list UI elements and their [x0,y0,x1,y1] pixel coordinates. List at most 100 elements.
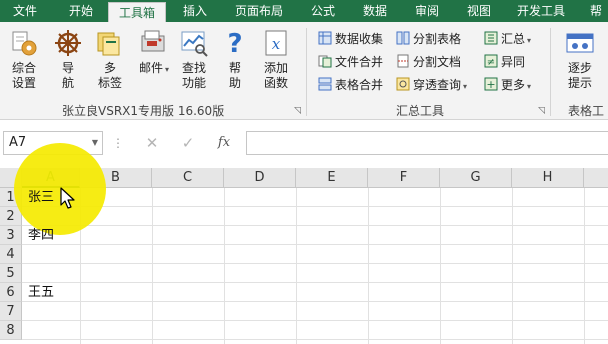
help-icon: ? [227,29,242,58]
tab-help[interactable]: 帮 [584,0,608,22]
table-merge-button[interactable]: 表格合并 [318,76,383,94]
split-document-icon [396,54,410,68]
step-hint-line2: 提示 [567,76,592,90]
drill-query-button[interactable]: 穿透查询 ▾ [396,76,467,94]
column-header-partial[interactable] [584,168,608,188]
svg-text:+: + [486,78,495,91]
difference-icon: ≠ [484,54,498,68]
ship-wheel-icon [55,30,81,56]
step-hint-icon [566,33,594,53]
mail-line1: 邮件 ▾ [138,61,170,75]
data-collect-button[interactable]: 数据收集 [318,30,383,48]
chevron-down-icon[interactable]: ▼ [92,132,98,154]
multi-tab-icon [97,32,120,56]
group-separator [306,28,307,116]
group2-launcher-icon[interactable]: ◹ [538,106,545,116]
function-icon: x [265,30,287,56]
ribbon: 综合 设置 导 航 多 标签 邮件 ▾ 查找 功能 ? 帮 助 x 添加 函数 … [0,22,608,135]
more-icon: + [484,77,498,91]
split-table-button[interactable]: 分割表格 [396,30,461,48]
navigation-line1: 导 [61,61,74,75]
group-separator [550,28,551,116]
navigation-button[interactable]: 导 航 [50,28,86,91]
svg-text:≠: ≠ [487,57,495,68]
mail-icon [141,30,165,52]
row-header-5[interactable]: 5 [0,264,22,283]
drag-handle-icon[interactable]: ⋮ [112,136,124,150]
add-function-line1: 添加 [263,61,288,75]
find-function-line2: 功能 [181,76,206,90]
cell-a1[interactable]: 张三 [28,188,54,207]
group1-label: 张立良VSRX1专用版 16.60版 [62,104,225,118]
settings-icon [12,31,37,56]
column-header-c[interactable]: C [152,168,224,188]
column-header-f[interactable]: F [368,168,440,188]
add-function-button[interactable]: x 添加 函数 [258,28,294,91]
file-merge-button[interactable]: 文件合并 [318,53,383,71]
comprehensive-settings-line2: 设置 [11,76,36,90]
tab-view[interactable]: 视图 [456,0,502,22]
step-hint-line1: 逐步 [567,61,592,75]
gridline [22,320,608,321]
row-header-7[interactable]: 7 [0,302,22,321]
step-hint-button[interactable]: 逐步 提示 [562,28,598,91]
row-header-8[interactable]: 8 [0,321,22,340]
confirm-icon[interactable]: ✓ [178,132,198,154]
column-header-h[interactable]: H [512,168,584,188]
row-header-4[interactable]: 4 [0,245,22,264]
comprehensive-settings-button[interactable]: 综合 设置 [6,28,42,91]
difference-button[interactable]: ≠ 异同 [484,53,525,71]
split-document-button[interactable]: 分割文档 [396,53,461,71]
find-icon [181,31,208,57]
summary-button[interactable]: 汇总 ▾ [484,30,531,48]
row-header-3[interactable]: 3 [0,226,22,245]
gridline [22,339,608,340]
tab-data[interactable]: 数据 [352,0,398,22]
file-merge-icon [318,54,332,68]
mouse-pointer-icon [60,187,75,209]
insert-function-icon[interactable]: fx [214,132,234,154]
gridline [22,244,608,245]
add-function-line2: 函数 [263,76,288,90]
svg-text:x: x [272,35,281,53]
more-button[interactable]: + 更多 ▾ [484,76,531,94]
drill-query-icon [396,77,410,91]
tab-home[interactable]: 开始 [56,0,106,22]
tab-formulas[interactable]: 公式 [300,0,346,22]
gridline [22,206,608,207]
cancel-icon[interactable]: ✕ [142,132,162,154]
comprehensive-settings-line1: 综合 [11,61,36,75]
table-merge-icon [318,77,332,91]
multi-tab-button[interactable]: 多 标签 [92,28,128,91]
tab-developer[interactable]: 开发工具 [506,0,576,22]
multi-tab-line2: 标签 [97,76,122,90]
group1-launcher-icon[interactable]: ◹ [294,106,301,116]
formula-input[interactable] [246,131,608,155]
mail-button[interactable]: 邮件 ▾ [134,28,174,77]
gridline [22,282,608,283]
tab-insert[interactable]: 插入 [172,0,218,22]
help-button[interactable]: ? 帮 助 [217,28,253,91]
gridline [22,263,608,264]
tab-page-layout[interactable]: 页面布局 [224,0,294,22]
grid-icon [318,31,332,45]
row-header-6[interactable]: 6 [0,283,22,302]
column-header-d[interactable]: D [224,168,296,188]
help-line1: 帮 [228,61,241,75]
help-line2: 助 [228,76,241,90]
find-function-button[interactable]: 查找 功能 [176,28,212,91]
cell-a3[interactable]: 李四 [28,226,54,245]
column-header-g[interactable]: G [440,168,512,188]
summary-icon [484,31,498,45]
gridline [22,301,608,302]
column-header-e[interactable]: E [296,168,368,188]
tab-file[interactable]: 文件 [0,0,50,22]
group2-label: 汇总工具 [396,104,445,118]
tab-review[interactable]: 审阅 [404,0,450,22]
split-table-icon [396,31,410,45]
find-function-line1: 查找 [181,61,206,75]
tab-toolbox[interactable]: 工具箱 [108,2,166,22]
multi-tab-line1: 多 [103,61,116,75]
gridline [22,225,608,226]
cell-a6[interactable]: 王五 [28,283,54,302]
